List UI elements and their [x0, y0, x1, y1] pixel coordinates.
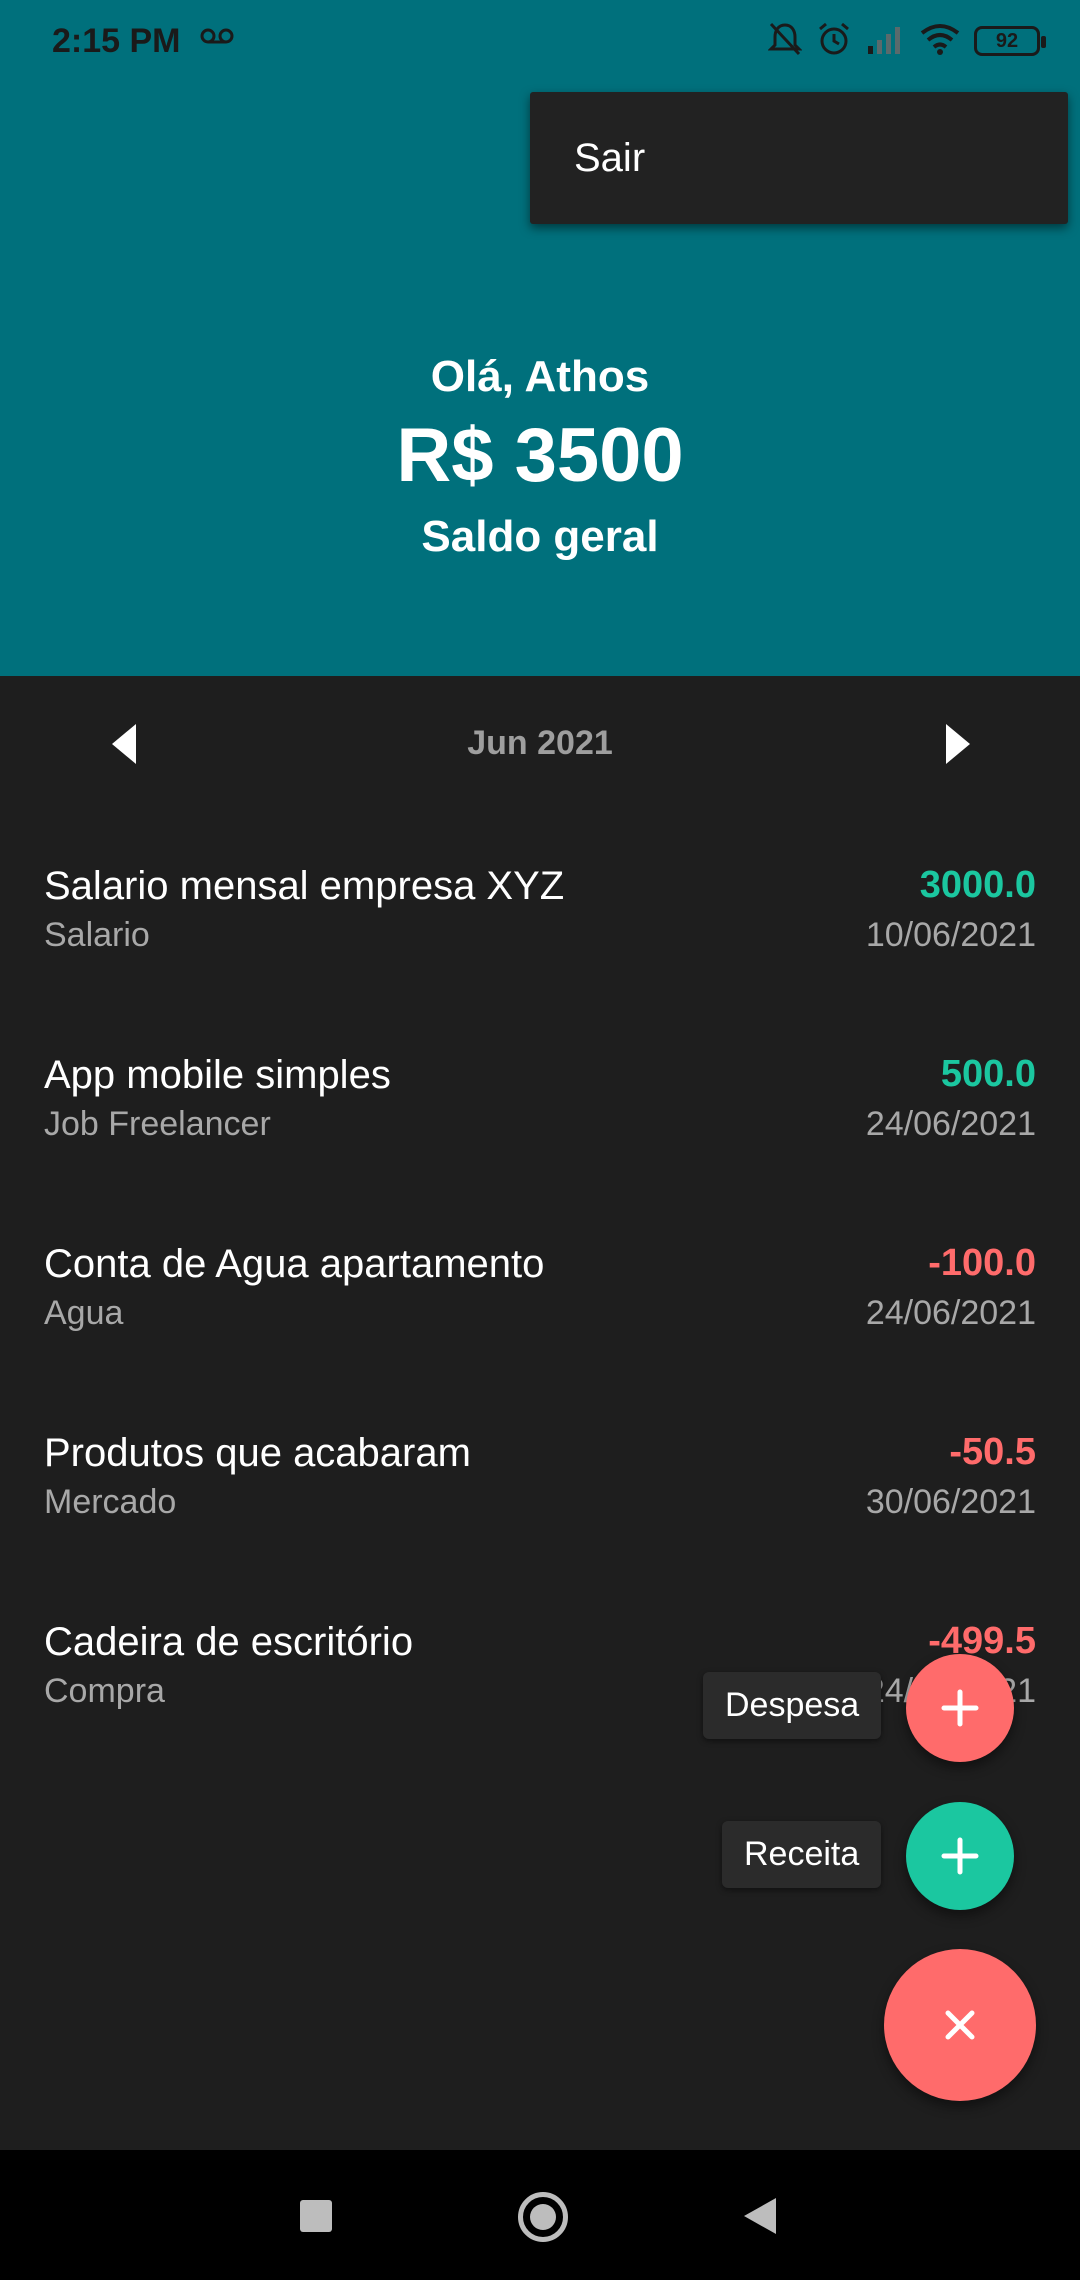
status-icons: 92	[767, 18, 1046, 64]
list-item[interactable]: Conta de Agua apartamento Agua -100.0 24…	[0, 1194, 1080, 1383]
bell-off-icon	[767, 21, 803, 62]
battery-icon: 92	[974, 26, 1046, 56]
plus-icon	[941, 1837, 979, 1875]
list-item[interactable]: Produtos que acabaram Mercado -50.5 30/0…	[0, 1383, 1080, 1572]
voicemail-icon	[200, 26, 234, 51]
transaction-category: Salario	[44, 916, 150, 954]
balance-value: R$ 3500	[396, 413, 684, 498]
transaction-title: Produtos que acabaram	[44, 1431, 471, 1475]
status-bar: 2:15 PM 92	[0, 0, 1080, 82]
home-icon[interactable]	[518, 2192, 568, 2242]
add-income-button[interactable]	[906, 1802, 1014, 1910]
expense-fab-label[interactable]: Despesa	[703, 1672, 882, 1739]
back-icon[interactable]	[744, 2198, 776, 2234]
transaction-title: Conta de Agua apartamento	[44, 1242, 545, 1286]
transaction-title: Cadeira de escritório	[44, 1620, 414, 1664]
status-time: 2:15 PM	[52, 22, 181, 60]
transaction-amount: 500.0	[940, 1053, 1036, 1095]
transaction-date: 24/06/2021	[865, 1294, 1036, 1332]
list-footer-area	[0, 1760, 1080, 2150]
month-selector: Jun 2021	[0, 676, 1080, 816]
close-icon	[945, 2010, 975, 2040]
close-fab-button[interactable]	[884, 1949, 1036, 2101]
transaction-list: Salario mensal empresa XYZ Salario 3000.…	[0, 816, 1080, 1761]
income-fab-label[interactable]: Receita	[722, 1821, 882, 1888]
transaction-title: Salario mensal empresa XYZ	[44, 864, 565, 908]
overflow-menu: Sair	[530, 92, 1068, 224]
transaction-amount: -50.5	[949, 1431, 1036, 1473]
transaction-category: Compra	[44, 1672, 165, 1710]
signal-icon	[866, 24, 906, 59]
alarm-icon	[816, 21, 852, 62]
system-nav-bar	[0, 2150, 1080, 2280]
transaction-amount: -100.0	[928, 1242, 1036, 1284]
transaction-category: Mercado	[44, 1483, 177, 1521]
transaction-amount: 3000.0	[919, 864, 1036, 906]
wifi-icon	[920, 23, 960, 60]
transaction-category: Job Freelancer	[44, 1105, 271, 1143]
transaction-title: App mobile simples	[44, 1053, 391, 1097]
balance-label: Saldo geral	[421, 512, 659, 561]
list-item[interactable]: Salario mensal empresa XYZ Salario 3000.…	[0, 816, 1080, 1005]
transaction-date: 30/06/2021	[865, 1483, 1036, 1521]
menu-item-sair[interactable]: Sair	[574, 136, 645, 181]
transaction-category: Agua	[44, 1294, 124, 1332]
add-expense-button[interactable]	[906, 1654, 1014, 1762]
transaction-date: 10/06/2021	[865, 916, 1036, 954]
next-month-icon[interactable]	[946, 724, 970, 764]
plus-icon	[941, 1689, 979, 1727]
list-item[interactable]: App mobile simples Job Freelancer 500.0 …	[0, 1005, 1080, 1194]
transaction-date: 24/06/2021	[865, 1105, 1036, 1143]
month-label: Jun 2021	[467, 724, 613, 762]
greeting: Olá, Athos	[430, 352, 650, 401]
recents-icon[interactable]	[300, 2200, 332, 2232]
